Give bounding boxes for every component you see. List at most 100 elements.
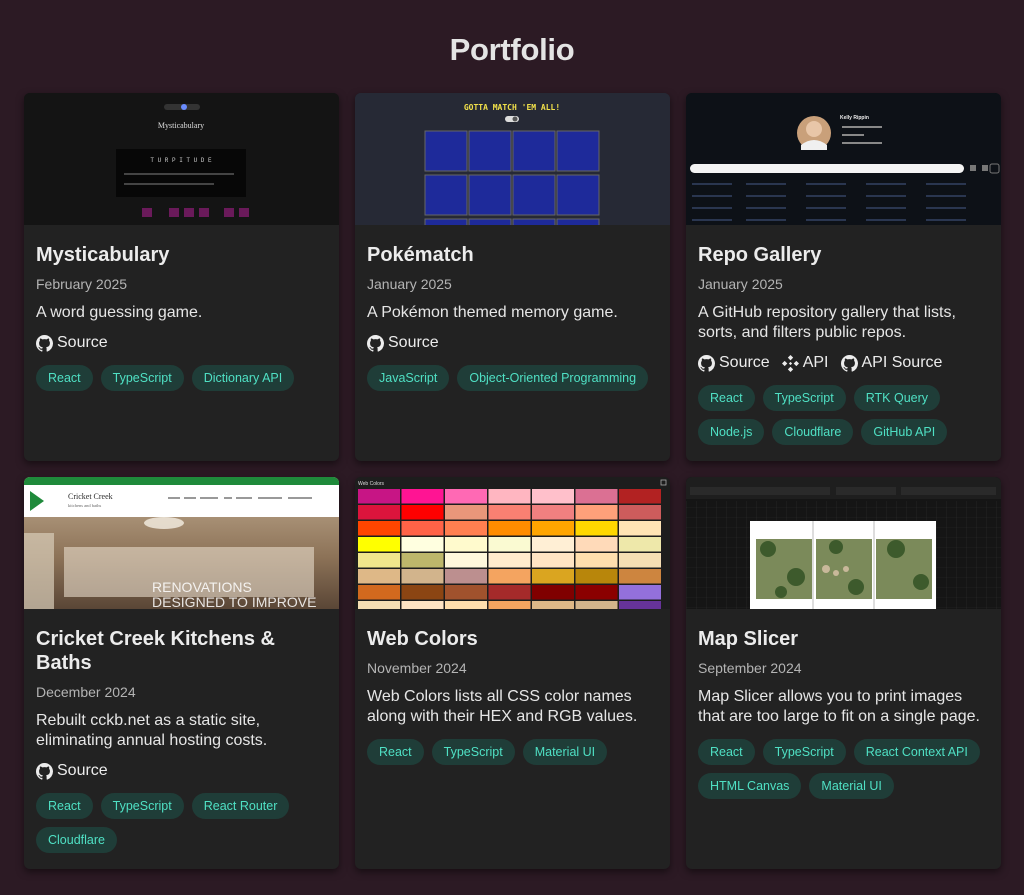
project-card[interactable]: Kelly Rippin Repo Gallery January 2025 A [686, 93, 1001, 461]
color-swatch [401, 585, 444, 600]
color-swatch [358, 537, 400, 552]
tag: HTML Canvas [698, 773, 802, 799]
color-swatch [575, 585, 618, 600]
tag: GitHub API [861, 419, 948, 445]
color-swatch [532, 585, 574, 600]
project-title: Mysticabulary [36, 244, 170, 266]
thumb-heading: GOTTA MATCH 'EM ALL! [464, 103, 560, 112]
color-swatch [445, 601, 487, 609]
tag: TypeScript [100, 365, 184, 391]
tag: JavaScript [367, 365, 450, 391]
project-date: November 2024 [367, 660, 467, 676]
page-title: Portfolio [449, 32, 575, 67]
color-swatch [488, 585, 531, 600]
project-card[interactable]: Map Slicer September 2024 Map Slicer all… [686, 477, 1001, 869]
project-links: Source [367, 333, 658, 353]
color-swatch [358, 489, 400, 504]
tag: TypeScript [100, 793, 184, 819]
project-description: A word guessing game. [36, 304, 203, 321]
tag: TypeScript [762, 385, 846, 411]
color-swatch [445, 489, 487, 504]
source-link[interactable]: Source [36, 761, 108, 781]
color-swatch [575, 537, 618, 552]
color-swatch [575, 553, 618, 568]
tag: RTK Query [853, 385, 941, 411]
tag: Cloudflare [36, 827, 117, 853]
tag: React [36, 365, 93, 391]
tag-list: React TypeScript React Context API HTML … [698, 739, 989, 799]
color-swatch [488, 521, 531, 536]
svg-text:T U R P I T U D E: T U R P I T U D E [150, 157, 212, 164]
project-title: Cricket Creek Kitchens & Baths [36, 628, 275, 674]
tag: Cloudflare [772, 419, 854, 445]
project-description: Web Colors lists all CSS color names alo… [367, 688, 638, 725]
project-description: Map Slicer allows you to print images th… [698, 688, 980, 725]
tag: Material UI [809, 773, 894, 799]
project-card[interactable]: GOTTA MATCH 'EM ALL! Pokématch January 2… [355, 93, 670, 461]
color-swatch [401, 569, 444, 584]
project-description: A GitHub repository gallery that lists, … [698, 304, 956, 341]
source-link[interactable]: Source [36, 333, 108, 353]
project-links: Source [36, 761, 327, 781]
project-thumbnail[interactable]: GOTTA MATCH 'EM ALL! [355, 93, 670, 225]
tag: React Context API [853, 739, 980, 765]
source-link[interactable]: Source [367, 333, 439, 353]
project-thumbnail[interactable]: Kelly Rippin [686, 93, 1001, 225]
tag: React [698, 385, 755, 411]
api-source-link[interactable]: API Source [840, 353, 942, 373]
color-swatch [619, 569, 661, 584]
tag-list: React TypeScript Dictionary API [36, 365, 327, 391]
color-swatch [575, 489, 618, 504]
project-links: Source [36, 333, 327, 353]
color-swatch [401, 521, 444, 536]
github-icon [698, 354, 715, 372]
color-swatch [619, 505, 661, 520]
project-thumbnail[interactable]: Web Colors [355, 477, 670, 609]
color-swatch [401, 601, 444, 609]
tag-list: React TypeScript React Router Cloudflare [36, 793, 327, 853]
github-icon [36, 762, 53, 780]
project-card[interactable]: Web Colors Web Colors November 2024 Web … [355, 477, 670, 869]
color-swatch [532, 537, 574, 552]
source-link[interactable]: Source [698, 353, 770, 373]
project-grid: Mysticabulary T U R P I T U D E Mysticab… [24, 93, 1001, 869]
color-swatch [488, 537, 531, 552]
color-swatch [575, 521, 618, 536]
project-card[interactable]: Cricket Creek kitchens and baths RENOVAT… [24, 477, 339, 869]
color-swatch [575, 505, 618, 520]
color-swatch [445, 521, 487, 536]
api-link[interactable]: API [781, 353, 829, 373]
project-title: Repo Gallery [698, 244, 822, 266]
project-date: January 2025 [698, 276, 783, 292]
color-swatch [445, 553, 487, 568]
color-swatch [488, 553, 531, 568]
color-swatch [358, 521, 400, 536]
thumb-heading: Mysticabulary [158, 121, 204, 130]
project-date: January 2025 [367, 276, 452, 292]
project-card[interactable]: Mysticabulary T U R P I T U D E Mysticab… [24, 93, 339, 461]
project-thumbnail[interactable]: Cricket Creek kitchens and baths RENOVAT… [24, 477, 339, 609]
tag: TypeScript [431, 739, 515, 765]
color-swatch [575, 601, 618, 609]
color-swatch [445, 585, 487, 600]
tag: React [36, 793, 93, 819]
project-thumbnail[interactable]: Mysticabulary T U R P I T U D E [24, 93, 339, 225]
color-swatch [532, 521, 574, 536]
project-thumbnail[interactable] [686, 477, 1001, 609]
project-date: September 2024 [698, 660, 802, 676]
color-swatch [532, 601, 574, 609]
color-swatch [358, 505, 400, 520]
svg-text:DESIGNED TO IMPROVE: DESIGNED TO IMPROVE [152, 594, 316, 609]
tag-list: JavaScript Object-Oriented Programming [367, 365, 658, 391]
color-swatch [532, 553, 574, 568]
api-icon [781, 354, 799, 372]
color-swatch [445, 505, 487, 520]
color-swatch [532, 505, 574, 520]
github-icon [367, 334, 384, 352]
color-swatch [488, 601, 531, 609]
color-swatch [619, 585, 661, 600]
project-links: Source API API Source [698, 353, 989, 373]
color-swatch [358, 569, 400, 584]
tag-list: React TypeScript RTK Query Node.js Cloud… [698, 385, 989, 445]
tag-list: React TypeScript Material UI [367, 739, 658, 765]
